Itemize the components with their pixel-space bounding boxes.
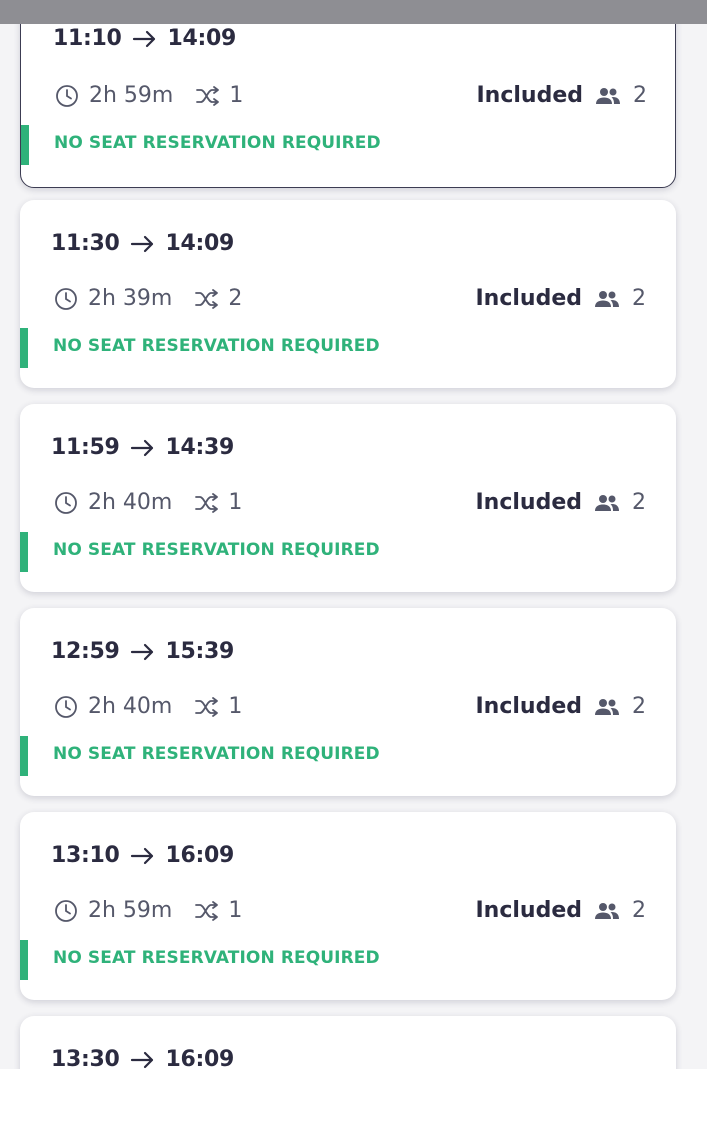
seat-status-bar [20, 940, 28, 980]
journey-card[interactable]: 11:10 14:09 2h 59m 1 Included 2 NO SEAT [20, 0, 676, 188]
journey-duration: 2h 40m [88, 490, 173, 515]
results-viewport: 11:10 14:09 2h 59m 1 Included 2 NO SEAT [0, 0, 707, 1135]
arrow-right-icon [130, 235, 153, 252]
seat-reservation-note: NO SEAT RESERVATION REQUIRED [53, 744, 380, 764]
price-label: Included [475, 286, 582, 311]
departure-time: 11:10 [53, 26, 122, 51]
info-row: 2h 39m 2 Included 2 [54, 286, 646, 311]
bottom-blank-area [0, 1069, 707, 1135]
shuffle-icon [195, 492, 219, 513]
journey-card[interactable]: 12:59 15:39 2h 40m 1 Included 2 NO SEAT [20, 608, 676, 796]
passenger-count: 2 [632, 286, 646, 311]
seat-status-bar [20, 328, 28, 368]
changes-count: 1 [228, 898, 243, 923]
price-label: Included [475, 694, 582, 719]
arrow-right-icon [130, 439, 153, 456]
passenger-count: 2 [632, 490, 646, 515]
arrow-right-icon [132, 30, 155, 47]
arrow-right-icon [130, 1051, 153, 1068]
time-row: 12:59 15:39 [51, 639, 234, 664]
clock-icon [55, 695, 77, 718]
departure-time: 12:59 [51, 639, 120, 664]
clock-icon [55, 491, 77, 514]
journey-results-list: 11:10 14:09 2h 59m 1 Included 2 NO SEAT [0, 0, 707, 1135]
seat-status-bar [20, 532, 28, 572]
price-label: Included [476, 83, 583, 108]
time-row: 11:10 14:09 [53, 26, 236, 51]
journey-duration: 2h 59m [89, 83, 174, 108]
info-row: 2h 59m 1 Included 2 [54, 898, 646, 923]
people-icon [595, 698, 619, 715]
info-row: 2h 59m 1 Included 2 [55, 83, 647, 108]
shuffle-icon [195, 696, 219, 717]
people-icon [595, 290, 619, 307]
passenger-count: 2 [632, 898, 646, 923]
shuffle-icon [195, 288, 219, 309]
shuffle-icon [195, 900, 219, 921]
journey-duration: 2h 40m [88, 694, 173, 719]
arrow-right-icon [130, 643, 153, 660]
passenger-count: 2 [632, 694, 646, 719]
seat-status-bar [21, 125, 29, 165]
seat-reservation-note: NO SEAT RESERVATION REQUIRED [53, 336, 380, 356]
time-row: 11:30 14:09 [51, 231, 234, 256]
passenger-count: 2 [633, 83, 647, 108]
clock-icon [55, 287, 77, 310]
arrival-time: 14:09 [165, 231, 235, 256]
time-row: 11:59 14:39 [51, 435, 234, 460]
people-icon [595, 494, 619, 511]
info-row: 2h 40m 1 Included 2 [54, 694, 646, 719]
people-icon [595, 902, 619, 919]
journey-card[interactable]: 11:59 14:39 2h 40m 1 Included 2 NO SEAT [20, 404, 676, 592]
seat-reservation-note: NO SEAT RESERVATION REQUIRED [53, 540, 380, 560]
changes-count: 1 [228, 490, 243, 515]
changes-count: 2 [228, 286, 243, 311]
journey-duration: 2h 59m [88, 898, 173, 923]
seat-status-bar [20, 736, 28, 776]
top-overlay-bar [0, 0, 707, 24]
arrival-time: 14:09 [167, 26, 237, 51]
arrow-right-icon [130, 847, 153, 864]
departure-time: 13:10 [51, 843, 120, 868]
clock-icon [55, 899, 77, 922]
departure-time: 11:30 [51, 231, 120, 256]
seat-reservation-note: NO SEAT RESERVATION REQUIRED [54, 133, 381, 153]
arrival-time: 14:39 [165, 435, 235, 460]
time-row: 13:10 16:09 [51, 843, 234, 868]
journey-card[interactable]: 13:10 16:09 2h 59m 1 Included 2 NO SEAT [20, 812, 676, 1000]
arrival-time: 15:39 [165, 639, 235, 664]
arrival-time: 16:09 [165, 843, 235, 868]
clock-icon [56, 84, 78, 107]
journey-duration: 2h 39m [88, 286, 173, 311]
changes-count: 1 [229, 83, 244, 108]
info-row: 2h 40m 1 Included 2 [54, 490, 646, 515]
price-label: Included [475, 898, 582, 923]
changes-count: 1 [228, 694, 243, 719]
price-label: Included [475, 490, 582, 515]
seat-reservation-note: NO SEAT RESERVATION REQUIRED [53, 948, 380, 968]
departure-time: 11:59 [51, 435, 120, 460]
shuffle-icon [196, 85, 220, 106]
journey-card[interactable]: 11:30 14:09 2h 39m 2 Included 2 NO SEAT [20, 200, 676, 388]
people-icon [596, 87, 620, 104]
